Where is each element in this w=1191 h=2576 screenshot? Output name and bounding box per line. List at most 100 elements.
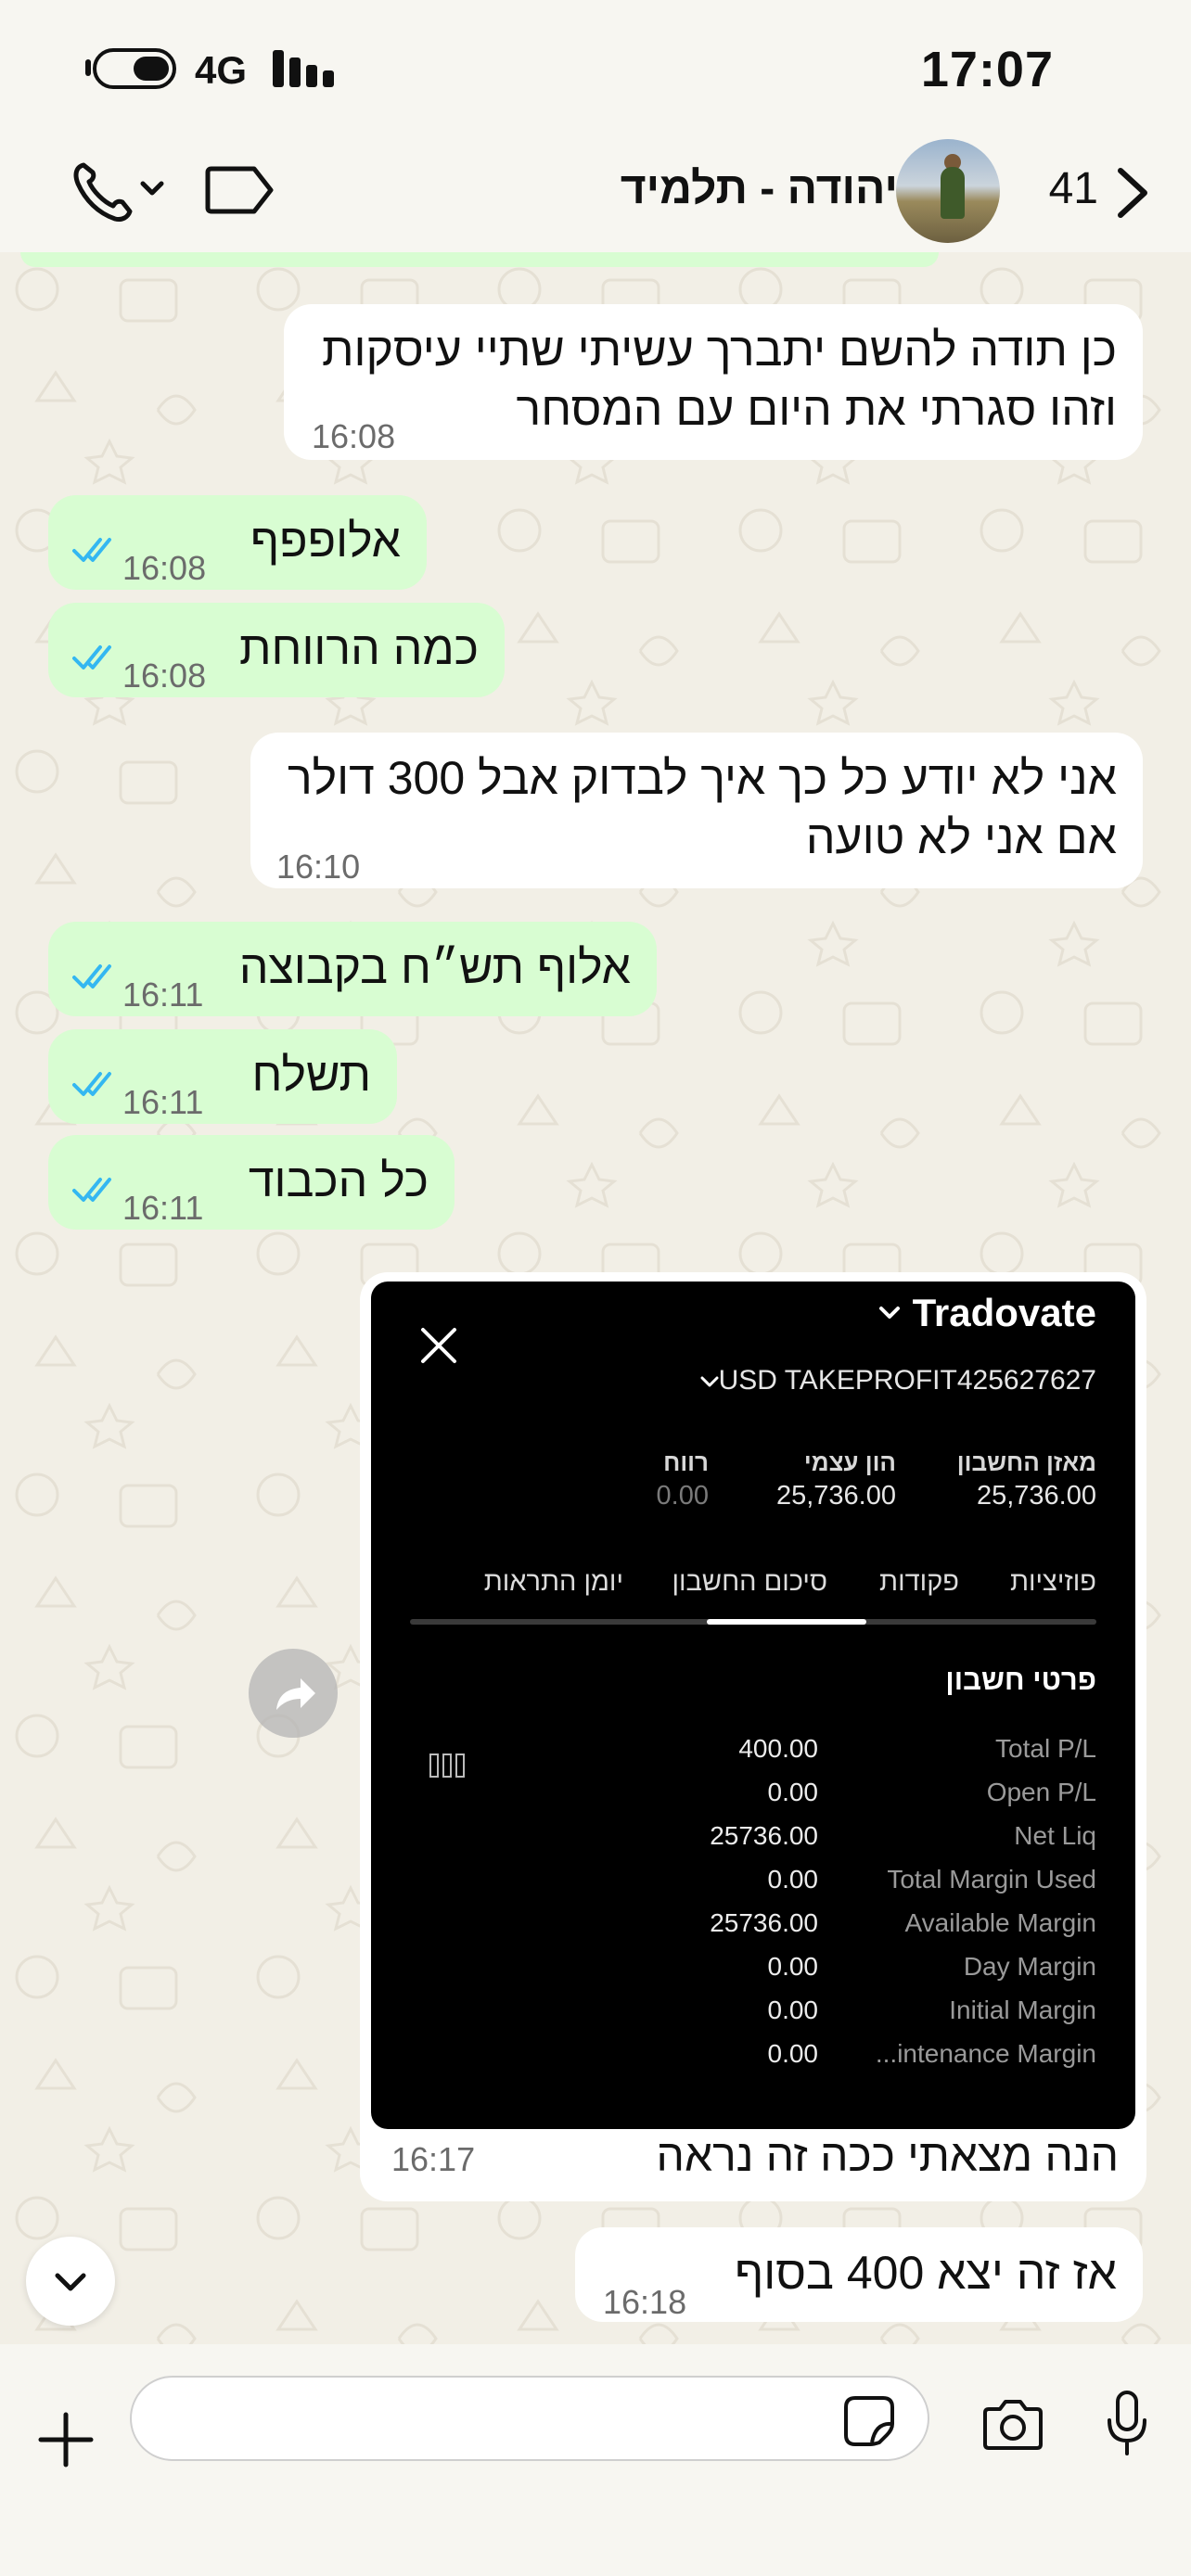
detail-value: 0.00	[767, 2039, 819, 2068]
detail-value: 0.00	[767, 1952, 819, 1981]
detail-label: ...intenance Margin	[875, 2039, 1096, 2068]
battery-tip	[85, 59, 91, 76]
tab-rail	[410, 1619, 1096, 1625]
account-id: USD TAKEPROFIT425627627	[718, 1365, 1096, 1396]
message-time: 16:11	[122, 1083, 204, 1121]
message-incoming[interactable]: אז זה יצא 400 בסוף 16:18	[575, 2227, 1143, 2322]
scroll-down-button[interactable]	[26, 2237, 115, 2326]
kpi-label: הון עצמי	[803, 1448, 896, 1476]
avatar[interactable]	[896, 139, 1000, 243]
message-outgoing[interactable]: 16:11 אלוף תש״ח בקבוצה	[48, 922, 657, 1016]
read-ticks-icon	[72, 538, 111, 562]
close-icon	[421, 1328, 456, 1363]
message-outgoing[interactable]: 16:08 אלופפף	[48, 495, 427, 590]
section-title: פרטי חשבון	[945, 1664, 1096, 1696]
message-time: 16:08	[122, 549, 207, 587]
kpi-profit: רווח 0.00	[657, 1448, 709, 1511]
detail-value: 25736.00	[710, 1821, 818, 1850]
detail-label: Total Margin Used	[887, 1865, 1096, 1894]
tab-indicator	[707, 1619, 866, 1625]
label-icon[interactable]	[204, 165, 275, 215]
detail-row: Total P/L 400.00	[371, 1734, 1135, 1778]
forward-icon	[276, 1678, 315, 1710]
detail-value: 400.00	[738, 1734, 818, 1763]
message-text: אלופפף	[250, 515, 401, 567]
chat-area[interactable]: כן תודה להשם יתברך עשיתי שתיי עיסקות וזה…	[0, 252, 1191, 2344]
message-time: 16:11	[122, 976, 204, 1014]
message-text: אז זה יצא 400 בסוף	[735, 2247, 1117, 2299]
image-caption: הנה מצאתי ככה זה נראה	[656, 2132, 1119, 2181]
call-icon[interactable]	[70, 158, 173, 223]
chevron-down-icon	[55, 2273, 86, 2291]
message-time: 16:11	[122, 1189, 204, 1227]
tab-orders: פקודות	[879, 1567, 959, 1597]
kpi-value: 0.00	[656, 1481, 709, 1511]
read-ticks-icon	[72, 964, 111, 988]
read-ticks-icon	[72, 1178, 111, 1202]
detail-row: Net Liq 25736.00	[371, 1821, 1135, 1865]
brand-name: Tradovate	[912, 1291, 1096, 1334]
kpi-value: 25,736.00	[976, 1481, 1096, 1511]
message-time: 16:10	[276, 848, 361, 886]
microphone-icon[interactable]	[1104, 2389, 1150, 2457]
message-text: תשלח	[251, 1049, 371, 1101]
tab-account-summary: סיכום החשבון	[672, 1567, 827, 1597]
kpi-value: 25,736.00	[775, 1481, 896, 1511]
battery-icon	[93, 48, 176, 89]
composer-bar	[0, 2344, 1191, 2576]
message-incoming[interactable]: כן תודה להשם יתברך עשיתי שתיי עיסקות וזה…	[284, 304, 1143, 460]
chevron-down-icon	[700, 1376, 719, 1387]
message-text: כמה הרווחת	[238, 622, 479, 674]
unread-count: 41	[1048, 164, 1098, 213]
message-text: כן תודה להשם יתברך עשיתי שתיי עיסקות	[321, 324, 1117, 376]
detail-label: Day Margin	[963, 1952, 1096, 1981]
message-input[interactable]	[130, 2376, 929, 2461]
status-time: 17:07	[920, 42, 1054, 97]
message-time: 16:17	[391, 2140, 476, 2178]
forward-button[interactable]	[249, 1649, 338, 1738]
detail-row: Initial Margin 0.00	[371, 1996, 1135, 2039]
tab-alerts-log: יומן התראות	[483, 1567, 623, 1597]
message-incoming[interactable]: אני לא יודע כל כך איך לבדוק אבל 300 דולר…	[250, 733, 1143, 888]
detail-label: Open P/L	[986, 1778, 1096, 1806]
kpi-equity: הון עצמי 25,736.00	[776, 1448, 896, 1511]
message-text: וזהו סגרתי את היום עם המסחר	[516, 383, 1117, 435]
chevron-right-icon[interactable]	[1113, 165, 1154, 221]
message-outgoing[interactable]: 16:11 כל הכבוד	[48, 1135, 455, 1230]
detail-row: Total Margin Used 0.00	[371, 1865, 1135, 1908]
sticker-icon[interactable]	[842, 2394, 896, 2446]
tradovate-screenshot[interactable]: Tradovate USD TAKEPROFIT425627627 מאזן ה…	[371, 1282, 1135, 2129]
detail-value: 0.00	[767, 1996, 819, 2024]
plus-icon[interactable]	[37, 2411, 95, 2468]
detail-value: 0.00	[767, 1865, 819, 1894]
message-time: 16:08	[122, 657, 207, 695]
read-ticks-icon	[72, 645, 111, 670]
previous-message-edge	[20, 252, 939, 267]
camera-icon[interactable]	[980, 2398, 1046, 2452]
detail-value: 25736.00	[710, 1908, 818, 1937]
detail-label: Total P/L	[995, 1734, 1096, 1763]
read-ticks-icon	[72, 1072, 111, 1096]
network-type: 4G	[195, 48, 248, 92]
message-time: 16:18	[603, 2283, 687, 2321]
detail-row: ...intenance Margin 0.00	[371, 2039, 1135, 2083]
message-text: כל הכבוד	[248, 1154, 429, 1206]
image-message[interactable]: Tradovate USD TAKEPROFIT425627627 מאזן ה…	[360, 1272, 1146, 2201]
detail-label: Net Liq	[1014, 1821, 1096, 1850]
tab-positions: פוזיציות	[1009, 1567, 1096, 1597]
detail-row: Available Margin 25736.00	[371, 1908, 1135, 1952]
top-bar: 4G 17:07 יהודה - תלמיד 41	[0, 0, 1191, 252]
tab-bar: פוזיציות פקודות סיכום החשבון יומן התראות	[410, 1567, 1096, 1604]
kpi-label: מאזן החשבון	[956, 1448, 1096, 1476]
contact-name[interactable]: יהודה - תלמיד	[621, 163, 898, 214]
message-time: 16:08	[312, 417, 396, 455]
message-outgoing[interactable]: 16:08 כמה הרווחת	[48, 603, 505, 697]
kpi-label: רווח	[663, 1448, 709, 1476]
signal-icon	[273, 50, 338, 87]
detail-label: Available Margin	[904, 1908, 1097, 1937]
detail-row: Open P/L 0.00	[371, 1778, 1135, 1821]
message-text: אם אני לא טועה	[805, 811, 1117, 863]
detail-label: Initial Margin	[949, 1996, 1096, 2024]
message-outgoing[interactable]: 16:11 תשלח	[48, 1029, 397, 1124]
detail-row: Day Margin 0.00	[371, 1952, 1135, 1996]
